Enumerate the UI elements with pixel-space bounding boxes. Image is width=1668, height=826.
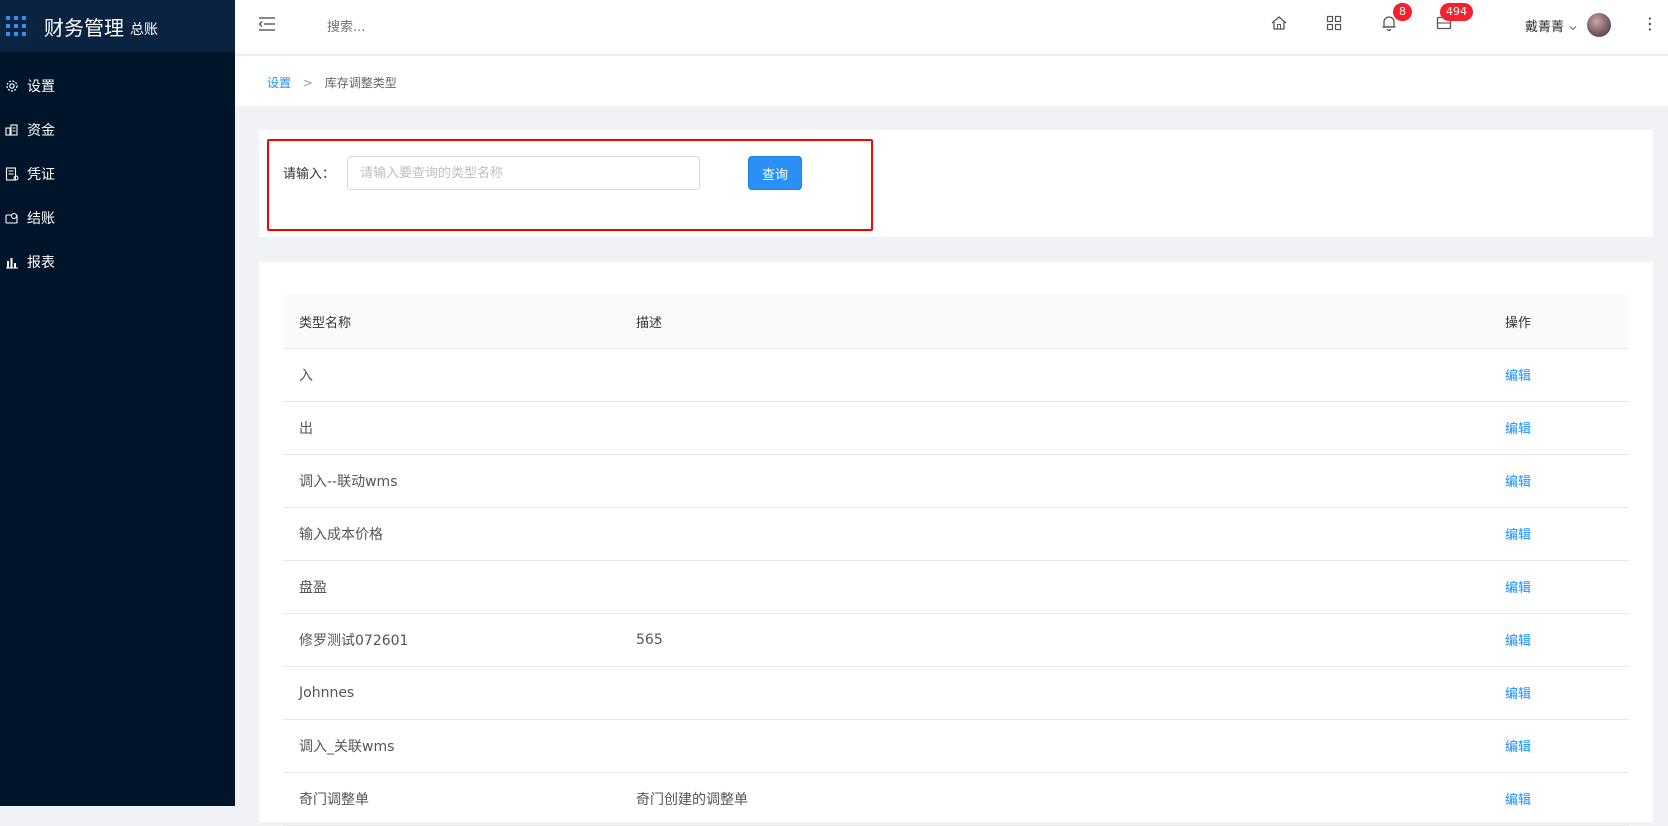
sidebar-item-label: 凭证 [27, 167, 55, 183]
more-vertical-icon[interactable]: ⋮ [1642, 14, 1658, 33]
sidebar-item-label: 报表 [27, 255, 55, 271]
sidebar: 财务管理 总账 设置 资金 凭证 结账 报表 [0, 0, 235, 806]
adjustment-type-table: 类型名称 描述 操作 入 编辑 出 编辑 调入--联动wms 编辑 输入成本价格… [283, 295, 1629, 826]
description-cell [620, 560, 1489, 614]
type-name-cell: Johnnes [283, 666, 620, 720]
avatar[interactable] [1587, 13, 1612, 37]
app-title: 财务管理 [44, 15, 124, 40]
breadcrumb-separator: > [302, 76, 313, 90]
edit-link[interactable]: 编辑 [1505, 634, 1531, 649]
query-button[interactable]: 查询 [748, 156, 802, 190]
sidebar-item-label: 结账 [27, 211, 55, 227]
search-input[interactable] [327, 16, 547, 38]
action-cell: 编辑 [1489, 666, 1629, 720]
edit-link[interactable]: 编辑 [1505, 422, 1531, 437]
action-cell: 编辑 [1489, 507, 1629, 561]
type-name-cell: 出 [283, 401, 620, 455]
menu-toggle-icon[interactable] [257, 14, 277, 34]
action-cell: 编辑 [1489, 348, 1629, 402]
table-row: 修罗测试072601 565 编辑 [283, 613, 1629, 667]
table-row: 调入_关联wms 编辑 [283, 719, 1629, 773]
table-row: 调入--联动wms 编辑 [283, 454, 1629, 508]
description-cell [620, 666, 1489, 720]
table-row: 奇门调整单 奇门创建的调整单 编辑 [283, 772, 1629, 826]
top-header: 8 494 戴菁菁 ⋮ [235, 0, 1668, 55]
action-cell: 编辑 [1489, 772, 1629, 826]
action-cell: 编辑 [1489, 613, 1629, 667]
app-logo[interactable]: 财务管理 总账 [0, 0, 235, 52]
table-row: Johnnes 编辑 [283, 666, 1629, 720]
column-header-description: 描述 [620, 295, 1489, 349]
edit-link[interactable]: 编辑 [1505, 740, 1531, 755]
type-name-cell: 调入--联动wms [283, 454, 620, 508]
checkout-icon [5, 211, 19, 225]
table-row: 输入成本价格 编辑 [283, 507, 1629, 561]
table-row: 盘盈 编辑 [283, 560, 1629, 614]
type-name-cell: 奇门调整单 [283, 772, 620, 826]
type-name-cell: 入 [283, 348, 620, 402]
filter-label: 请输入： [283, 167, 336, 182]
column-header-actions: 操作 [1489, 295, 1629, 349]
sidebar-item-checkout[interactable]: 结账 [0, 196, 235, 240]
user-name: 戴菁菁 [1525, 19, 1565, 35]
table-panel: 类型名称 描述 操作 入 编辑 出 编辑 调入--联动wms 编辑 输入成本价格… [259, 262, 1653, 826]
description-cell [620, 348, 1489, 402]
breadcrumb: 设置 > 库存调整类型 [267, 74, 397, 91]
action-cell: 编辑 [1489, 401, 1629, 455]
sidebar-item-settings[interactable]: 设置 [0, 64, 235, 108]
table-row: 出 编辑 [283, 401, 1629, 455]
breadcrumb-bar: 设置 > 库存调整类型 [235, 56, 1668, 106]
description-cell [620, 719, 1489, 773]
table-row: 入 编辑 [283, 348, 1629, 402]
gear-icon [5, 79, 19, 93]
breadcrumb-current: 库存调整类型 [324, 76, 397, 90]
apps-grid-icon[interactable] [1325, 14, 1343, 32]
action-cell: 编辑 [1489, 719, 1629, 773]
voucher-icon [5, 167, 19, 181]
chart-icon [5, 255, 19, 269]
edit-link[interactable]: 编辑 [1505, 475, 1531, 490]
chevron-down-icon [1569, 21, 1577, 31]
edit-link[interactable]: 编辑 [1505, 528, 1531, 543]
type-name-cell: 输入成本价格 [283, 507, 620, 561]
sidebar-item-reports[interactable]: 报表 [0, 240, 235, 284]
description-cell [620, 401, 1489, 455]
notification-badge: 8 [1393, 3, 1412, 21]
app-grid-icon [6, 16, 26, 36]
description-cell [620, 454, 1489, 508]
filter-panel: 请输入： 查询 [259, 130, 1653, 237]
edit-link[interactable]: 编辑 [1505, 687, 1531, 702]
type-name-search-input[interactable] [347, 156, 700, 190]
app-subtitle: 总账 [130, 22, 158, 38]
sidebar-item-label: 设置 [27, 79, 55, 95]
action-cell: 编辑 [1489, 560, 1629, 614]
column-header-type-name: 类型名称 [283, 295, 620, 349]
type-name-cell: 盘盈 [283, 560, 620, 614]
funds-icon [5, 123, 19, 137]
edit-link[interactable]: 编辑 [1505, 369, 1531, 384]
description-cell: 奇门创建的调整单 [620, 772, 1489, 826]
description-cell [620, 507, 1489, 561]
edit-link[interactable]: 编辑 [1505, 581, 1531, 596]
sidebar-item-label: 资金 [27, 123, 55, 139]
description-cell: 565 [620, 613, 1489, 667]
breadcrumb-root-link[interactable]: 设置 [267, 76, 291, 90]
sidebar-menu: 设置 资金 凭证 结账 报表 [0, 64, 235, 284]
sidebar-item-funds[interactable]: 资金 [0, 108, 235, 152]
action-cell: 编辑 [1489, 454, 1629, 508]
type-name-cell: 调入_关联wms [283, 719, 620, 773]
user-menu[interactable]: 戴菁菁 [1525, 13, 1612, 37]
sidebar-item-voucher[interactable]: 凭证 [0, 152, 235, 196]
type-name-cell: 修罗测试072601 [283, 613, 620, 667]
home-icon[interactable] [1270, 14, 1288, 32]
message-badge: 494 [1440, 3, 1473, 21]
table-header-row: 类型名称 描述 操作 [283, 295, 1629, 349]
